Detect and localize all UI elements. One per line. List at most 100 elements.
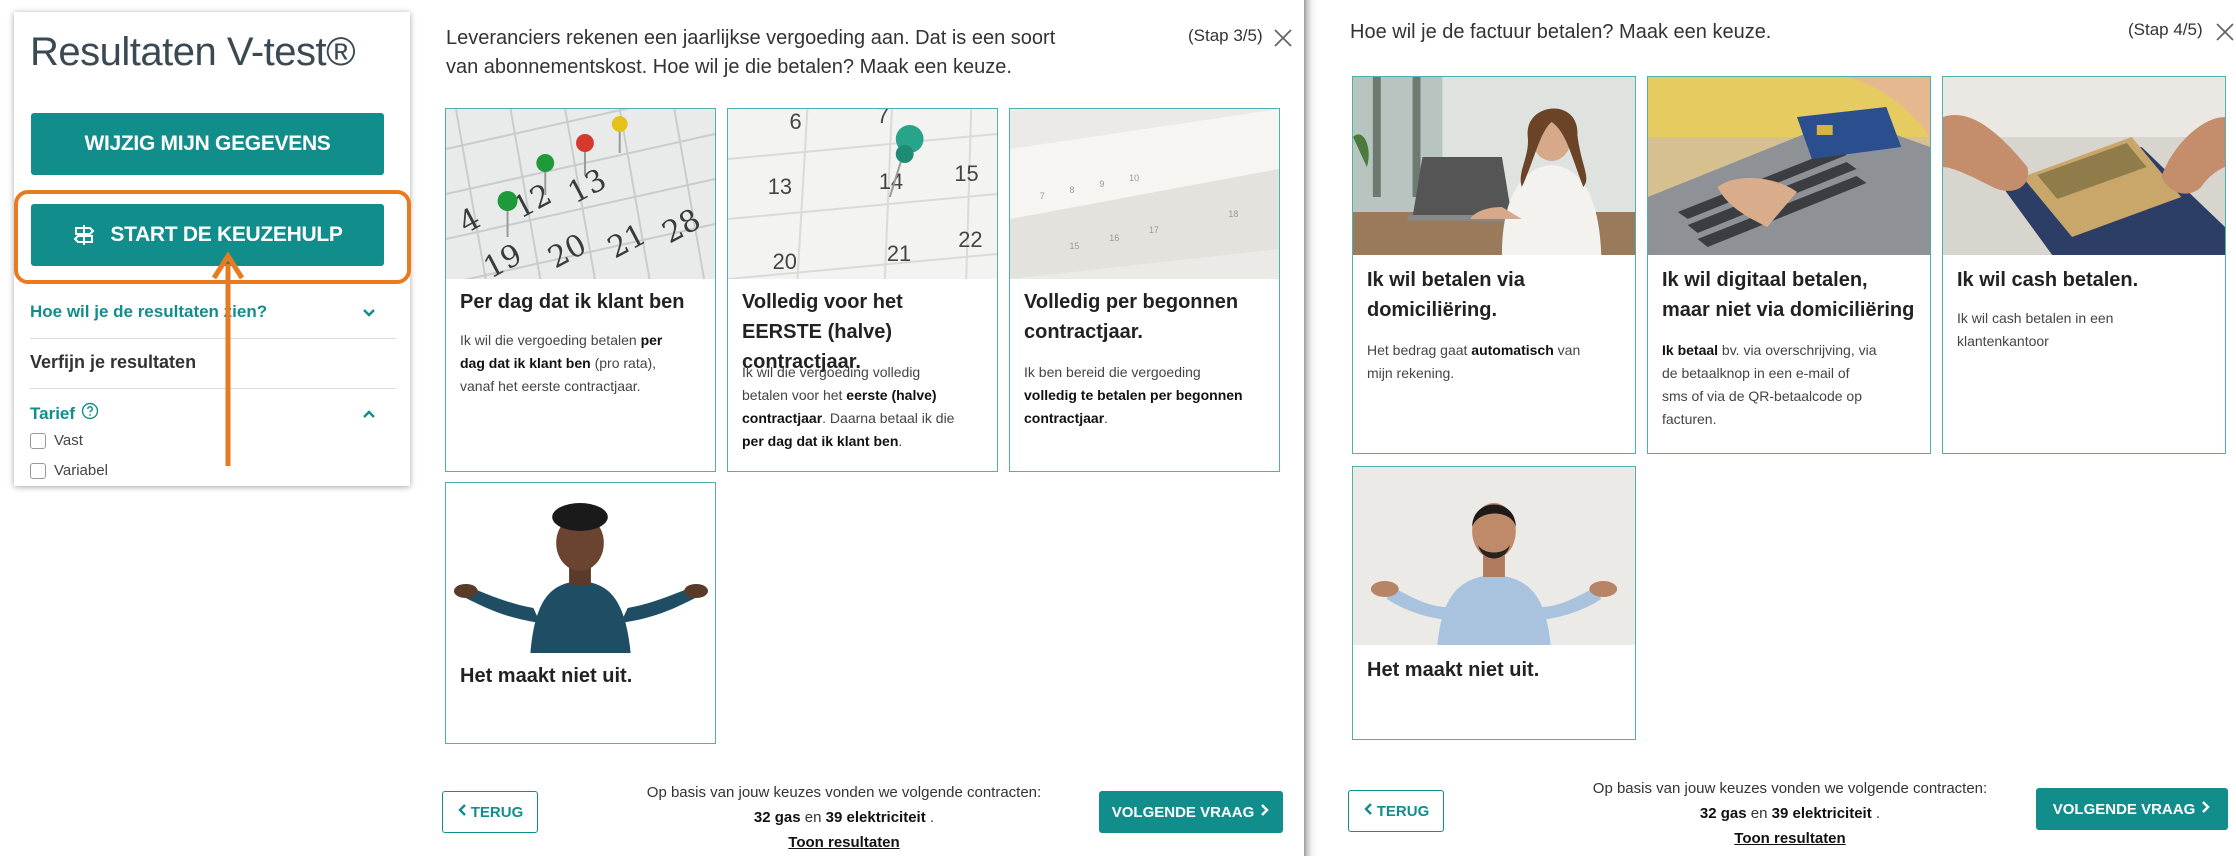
shrugging-man-shirt-photo: [1353, 467, 1635, 645]
electricity-count: 39 elektriciteit: [1771, 805, 1872, 822]
option-card-no-preference[interactable]: Het maakt niet uit.: [445, 482, 716, 744]
chevron-right-icon: [1260, 803, 1270, 821]
summary-counts: 32 gas en 39 elektriciteit .: [1550, 801, 2030, 826]
start-choice-helper-label: START DE KEUZEHULP: [110, 223, 343, 246]
edit-my-details-button[interactable]: WIJZIG MIJN GEGEVENS: [31, 113, 384, 175]
summary-and: en: [800, 809, 826, 826]
back-label: TERUG: [470, 803, 524, 821]
option-desc: Het bedrag gaat automatisch van mijn reke…: [1367, 339, 1625, 385]
tariff-label: Tarief: [30, 403, 76, 423]
results-summary: Op basis van jouw keuzes vonden we volge…: [604, 780, 1084, 855]
desc-line: contractjaar. Daarna betaal ik die: [742, 410, 955, 426]
checkbox[interactable]: [30, 462, 46, 479]
option-title: Ik wil cash betalen.: [1957, 269, 2139, 291]
panel-divider: [1304, 0, 1330, 856]
svg-text:8: 8: [1070, 185, 1075, 195]
option-title: Volledig per begonnen contractjaar.: [1024, 291, 1239, 343]
step4-step-label: (Stap 4/5): [2128, 20, 2203, 39]
back-button[interactable]: TERUG: [1348, 790, 1444, 832]
option-card-no-preference[interactable]: Het maakt niet uit.: [1352, 466, 1636, 740]
start-choice-helper-button[interactable]: START DE KEUZEHULP: [31, 204, 384, 266]
step3-step-label: (Stap 3/5): [1188, 26, 1263, 45]
question-line: van abonnementskost. Hoe wil je die beta…: [446, 56, 1012, 78]
desc-line: volledig te betalen per begonnen: [1024, 387, 1243, 403]
desc-line: Het bedrag gaat automatisch van: [1367, 342, 1581, 358]
step4-panel: Hoe wil je de factuur betalen? Maak een …: [1330, 0, 2236, 856]
option-title: Ik wil digitaal betalen, maar niet via d…: [1662, 269, 1915, 321]
svg-text:6: 6: [790, 109, 802, 134]
svg-text:13: 13: [768, 174, 792, 199]
help-icon[interactable]: [81, 402, 99, 425]
desc-line: betalen voor het eerste (halve): [742, 387, 937, 403]
summary-end: .: [925, 809, 935, 826]
svg-text:18: 18: [1228, 209, 1238, 219]
svg-text:20: 20: [773, 249, 797, 274]
refine-heading: Verfijn je resultaten: [30, 352, 197, 372]
calendar-pins-photo: 4 12 13 19 20 21 28: [446, 109, 715, 279]
desc-line: facturen.: [1662, 411, 1717, 427]
show-results-link[interactable]: Toon resultaten: [604, 830, 1084, 855]
back-label: TERUG: [1376, 802, 1430, 820]
summary-text: Op basis van jouw keuzes vonden we volge…: [646, 784, 1042, 801]
svg-text:16: 16: [1109, 233, 1119, 243]
shrugging-man-photo: [446, 483, 715, 653]
option-card-direct-debit[interactable]: Ik wil betalen via domiciliëring. Het be…: [1352, 76, 1636, 454]
close-icon[interactable]: [1272, 27, 1294, 49]
step3-question: Leveranciers rekenen een jaarlijkse verg…: [446, 24, 1055, 82]
desc-line: contractjaar.: [1024, 410, 1109, 426]
back-button[interactable]: TERUG: [442, 791, 538, 833]
sidebar-title: Resultaten V-test®: [30, 30, 356, 74]
results-sidebar: Resultaten V-test® WIJZIG MIJN GEGEVENS …: [14, 12, 411, 486]
svg-text:7: 7: [1040, 191, 1045, 201]
next-label: VOLGENDE VRAAG: [2052, 800, 2196, 818]
desc-line: Ik ben bereid die vergoeding: [1024, 364, 1201, 380]
option-desc: Ik ben bereid die vergoeding volledig te …: [1024, 361, 1269, 430]
step3-panel: Leveranciers rekenen een jaarlijkse verg…: [424, 0, 1304, 856]
option-card-per-started-year[interactable]: 7 8 9 10 15 16 17 18 Volledig per begonnen con…: [1009, 108, 1280, 472]
next-question-button[interactable]: VOLGENDE VRAAG: [1099, 791, 1283, 833]
tariff-option-variable[interactable]: Variabel: [30, 462, 108, 479]
option-title: Het maakt niet uit.: [460, 665, 633, 687]
svg-text:10: 10: [1129, 173, 1139, 183]
card-keyboard-photo: [1648, 77, 1930, 255]
desc-line: Ik wil die vergoeding betalen per: [460, 332, 663, 348]
chevron-left-icon: [1363, 802, 1373, 820]
cash-wallet-photo: [1943, 77, 2225, 255]
svg-text:22: 22: [958, 227, 982, 252]
svg-text:15: 15: [954, 161, 978, 186]
checkbox[interactable]: [30, 432, 46, 449]
option-card-per-day[interactable]: 4 12 13 19 20 21 28 Per dag dat ik klant be…: [445, 108, 716, 472]
gas-count: 32 gas: [753, 809, 801, 826]
desc-line: vanaf het eerste contractjaar.: [460, 378, 641, 394]
results-summary: Op basis van jouw keuzes vonden we volge…: [1550, 776, 2030, 851]
show-results-link[interactable]: Toon resultaten: [1550, 826, 2030, 851]
svg-text:7: 7: [877, 109, 889, 128]
gas-count: 32 gas: [1699, 805, 1747, 822]
option-title: Het maakt niet uit.: [1367, 659, 1540, 681]
desc-line: Ik betaal bv. via overschrijving, via: [1662, 342, 1877, 358]
chevron-left-icon: [457, 803, 467, 821]
electricity-count: 39 elektriciteit: [825, 809, 926, 826]
chevron-up-icon[interactable]: [358, 405, 380, 423]
chevron-right-icon: [2201, 800, 2211, 818]
tariff-option-label: Vast: [54, 432, 83, 449]
option-card-digital-payment[interactable]: Ik wil digitaal betalen, maar niet via d…: [1647, 76, 1931, 454]
svg-text:21: 21: [887, 241, 911, 266]
tariff-option-fixed[interactable]: Vast: [30, 432, 83, 449]
close-icon[interactable]: [2214, 21, 2236, 43]
tariff-filter-toggle[interactable]: Tarief: [30, 402, 99, 425]
desc-line: de betaalknop in een e-mail of: [1662, 365, 1850, 381]
option-card-cash[interactable]: Ik wil cash betalen. Ik wil cash betalen…: [1942, 76, 2226, 454]
tariff-option-label: Variabel: [54, 462, 108, 479]
svg-text:15: 15: [1070, 241, 1080, 251]
chevron-down-icon[interactable]: [358, 304, 380, 322]
summary-end: .: [1871, 805, 1881, 822]
option-desc: Ik betaal bv. via overschrijving, via de …: [1662, 339, 1920, 431]
desc-line: sms of via de QR-betaalcode op: [1662, 388, 1862, 404]
next-question-button[interactable]: VOLGENDE VRAAG: [2036, 788, 2228, 830]
option-card-first-year[interactable]: 6 7 13 14 15 20 21 22 Volledig voor het EERSTE…: [727, 108, 998, 472]
signpost-icon: [72, 223, 96, 247]
woman-laptop-photo: [1353, 77, 1635, 255]
calendar-single-pin-photo: 6 7 13 14 15 20 21 22: [728, 109, 997, 279]
option-desc: Ik wil die vergoeding volledig betalen vo…: [742, 361, 987, 453]
